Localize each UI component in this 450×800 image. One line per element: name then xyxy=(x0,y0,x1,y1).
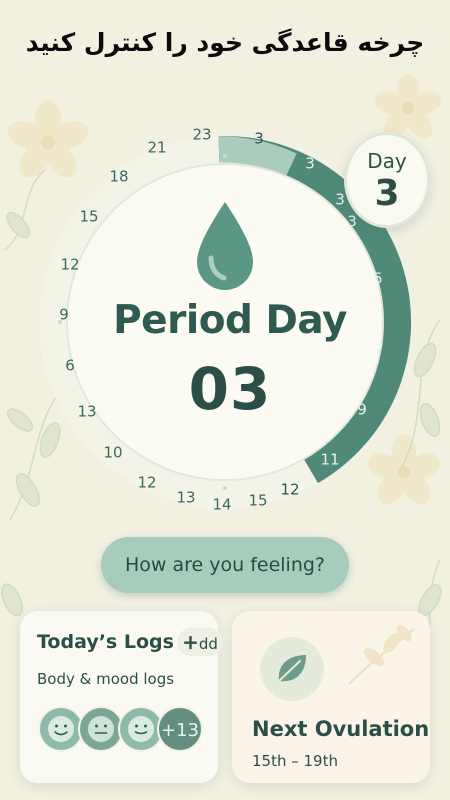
dial-number: 13 xyxy=(176,489,195,507)
cycle-dial-graphic: 3 3 3 3 5 7 9 11 12 15 14 13 12 10 13 6 … xyxy=(39,126,412,514)
dial-number: 7 xyxy=(374,341,384,359)
dial-number: 21 xyxy=(147,139,166,157)
dial-number: 12 xyxy=(280,481,299,499)
dial-number: 18 xyxy=(109,168,128,186)
decorative-sprig-icon xyxy=(348,624,415,685)
next-ovulation-dates: 15th – 19th xyxy=(252,752,338,770)
add-log-button[interactable]: +dd xyxy=(177,628,223,656)
plus-icon: + xyxy=(182,630,199,654)
dial-number: 14 xyxy=(212,496,231,514)
logs-subtitle: Body & mood logs xyxy=(37,670,175,688)
dial-number: 9 xyxy=(59,306,69,324)
dial-number: 23 xyxy=(192,126,211,144)
todays-logs-title: Today’s Logs xyxy=(37,631,174,653)
dial-number: 3 xyxy=(335,191,345,209)
period-day-title: Period Day xyxy=(113,298,347,343)
dial-number: 3 xyxy=(254,130,264,148)
add-log-label: dd xyxy=(198,635,218,653)
dial-number: 6 xyxy=(65,357,75,375)
current-day-badge[interactable]: Day 3 xyxy=(344,132,430,228)
dial-number: 12 xyxy=(137,474,156,492)
next-ovulation-title: Next Ovulation xyxy=(252,717,430,741)
dial-number: 5 xyxy=(373,270,383,288)
cycle-dial: 3 3 3 3 5 7 9 11 12 15 14 13 12 10 13 6 … xyxy=(0,0,450,540)
dial-number: 11 xyxy=(320,451,339,469)
dial-number: 10 xyxy=(103,444,122,462)
day-badge-label: Day xyxy=(367,149,407,173)
todays-logs-card[interactable]: Today’s Logs +dd Body & mood logs +13 xyxy=(20,611,223,783)
next-ovulation-card[interactable]: Next Ovulation 15th – 19th xyxy=(232,611,430,783)
dial-number: 3 xyxy=(347,213,357,231)
dial-number: 12 xyxy=(60,256,79,274)
leaf-icon xyxy=(260,637,324,701)
dial-number: 15 xyxy=(79,208,98,226)
period-day-number: 03 xyxy=(188,355,272,423)
dial-number: 15 xyxy=(248,492,267,510)
more-moods-count[interactable]: +13 xyxy=(157,706,203,752)
dial-number: 3 xyxy=(305,155,315,173)
how-are-you-feeling-button[interactable]: How are you feeling? xyxy=(101,537,349,593)
day-badge-value: 3 xyxy=(374,173,400,214)
